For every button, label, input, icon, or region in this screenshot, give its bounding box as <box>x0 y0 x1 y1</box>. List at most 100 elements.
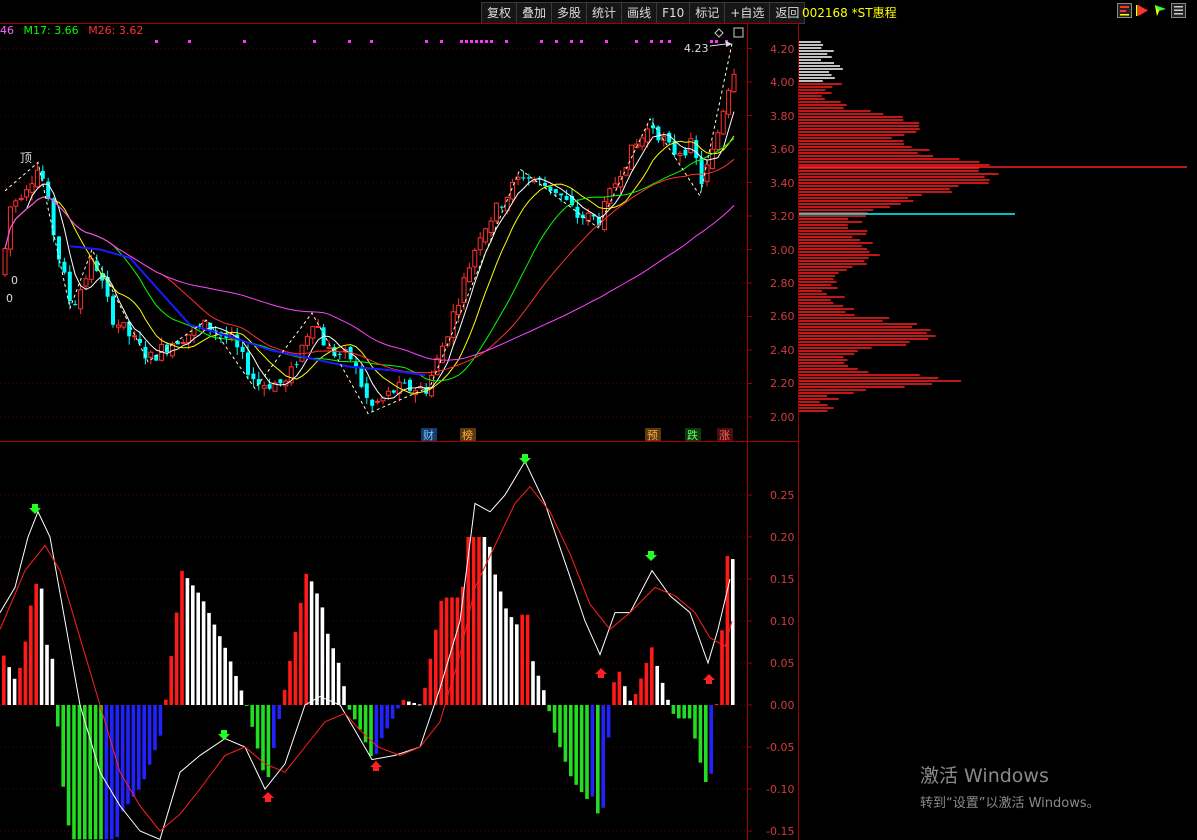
macd-tick-label: 0.20 <box>770 531 795 544</box>
macd-histogram-bar <box>212 624 217 705</box>
macd-histogram-bar <box>585 705 589 799</box>
ma30-line <box>4 158 735 374</box>
signal-dot <box>605 40 608 43</box>
chart-canvas[interactable]: 4.20 4.00 3.80 3.60 3.40 3.20 3.00 2.80 … <box>0 0 1197 840</box>
macd-histogram-bar <box>336 662 341 705</box>
signal-dot <box>475 40 478 43</box>
macd-histogram-bar <box>293 631 298 705</box>
watermark-line-1: 激活 Windows <box>920 765 1049 787</box>
moving-average-lines <box>4 111 735 400</box>
macd-histogram-bar <box>191 585 195 705</box>
zigzag-line <box>4 43 733 415</box>
price-tick-label: 4.20 <box>770 43 795 56</box>
event-tag-limit-down[interactable]: 跌 <box>687 428 698 442</box>
candle-body-down <box>111 296 115 325</box>
macd-histogram-bar <box>39 588 44 705</box>
sell-signal-arrow <box>519 454 531 464</box>
sell-signal-arrow <box>218 730 230 740</box>
macd-histogram-bar <box>34 583 38 705</box>
event-tag-finance[interactable]: 财 <box>423 428 434 442</box>
macd-tick-label: -0.10 <box>766 783 794 796</box>
macd-histogram-bar <box>196 592 200 705</box>
candle-body-up <box>180 342 186 345</box>
price-tick-label: 2.60 <box>770 310 795 323</box>
candle-body-up <box>715 132 721 150</box>
macd-histogram-bar <box>18 667 22 705</box>
candle-body-up <box>645 128 651 143</box>
candle-body-down <box>267 384 272 389</box>
macd-tick-label: 0.05 <box>770 657 795 670</box>
candle-body-up <box>612 183 618 189</box>
macd-histogram-bar <box>158 705 163 736</box>
macd-histogram-bar <box>29 605 33 705</box>
macd-histogram-bar <box>131 705 136 797</box>
candle-body-up <box>677 152 683 156</box>
candle-body-down <box>408 379 412 391</box>
macd-histogram-bar <box>504 608 508 705</box>
macd-histogram-bar <box>644 662 649 705</box>
signal-dot <box>370 40 373 43</box>
candle-body-down <box>73 304 78 306</box>
macd-histogram-bar <box>477 537 481 705</box>
candle-body-up <box>310 326 316 339</box>
signal-dot <box>710 40 713 43</box>
event-tag-forecast[interactable]: 预 <box>647 429 658 442</box>
price-tick-label: 3.40 <box>770 177 795 190</box>
candle-body-down <box>521 177 526 179</box>
macd-histogram-bar <box>520 614 524 705</box>
event-tag-limit-up[interactable]: 涨 <box>719 429 730 442</box>
event-tags: 财 榜 预 跌 涨 <box>421 428 733 442</box>
macd-tick-label: 0.15 <box>770 573 795 586</box>
macd-histogram-bar <box>401 700 406 705</box>
macd-histogram-bar <box>45 644 49 705</box>
macd-tick-label: -0.15 <box>766 825 794 838</box>
macd-histogram-bar <box>250 705 254 727</box>
macd-histogram-bar <box>326 633 330 705</box>
candle-body-down <box>62 261 67 273</box>
event-tag-board[interactable]: 榜 <box>462 428 473 442</box>
signal-dot <box>580 40 583 43</box>
candle-body-up <box>461 277 467 303</box>
macd-histogram-bar <box>407 701 411 705</box>
candle-body-down <box>651 125 655 129</box>
candle-body-up <box>488 220 494 233</box>
buy-signal-arrow <box>370 761 382 771</box>
box-icon[interactable] <box>733 27 744 38</box>
signal-dot <box>470 40 473 43</box>
macd-histogram-bar <box>218 636 222 705</box>
macd-histogram-bar <box>282 689 287 705</box>
macd-histogram-bar <box>255 705 260 749</box>
candle-body-down <box>359 368 364 387</box>
sell-signal-arrow <box>645 551 657 561</box>
macd-histogram-bar <box>542 690 546 705</box>
macd-histogram-bar <box>331 648 335 705</box>
macd-histogram-bar <box>12 678 17 705</box>
macd-histogram-bar <box>536 675 541 705</box>
candle-body-down <box>667 132 672 143</box>
diamond-icon[interactable] <box>714 28 724 38</box>
watermark-line-2: 转到“设置”以激活 Windows。 <box>920 796 1100 811</box>
signal-dot <box>188 40 191 43</box>
macd-histogram-bar <box>50 658 55 705</box>
candle-body-up <box>24 189 30 198</box>
candle-body-up <box>466 267 472 283</box>
macd-histogram-bar <box>126 705 130 805</box>
macd-histogram-bar <box>525 614 530 705</box>
macd-histogram-bar <box>601 705 605 808</box>
price-tick-label: 2.80 <box>770 277 795 290</box>
macd-histogram-bar <box>666 699 670 705</box>
macd-histogram-bar <box>493 574 497 705</box>
macd-histogram-bar <box>682 705 686 719</box>
candle-body-down <box>364 383 369 398</box>
candle-body-down <box>683 149 688 156</box>
signal-dot <box>540 40 543 43</box>
candle-body-down <box>548 186 553 191</box>
peak-price-label: 4.23 <box>684 42 709 55</box>
candle-body-down <box>391 390 396 393</box>
candle-body-up <box>472 250 478 268</box>
candle-body-down <box>402 382 407 384</box>
macd-tick-label: 0.25 <box>770 489 795 502</box>
candle-body-up <box>726 89 732 115</box>
macd-histogram-bar <box>56 705 60 727</box>
candle-body-up <box>315 326 321 329</box>
